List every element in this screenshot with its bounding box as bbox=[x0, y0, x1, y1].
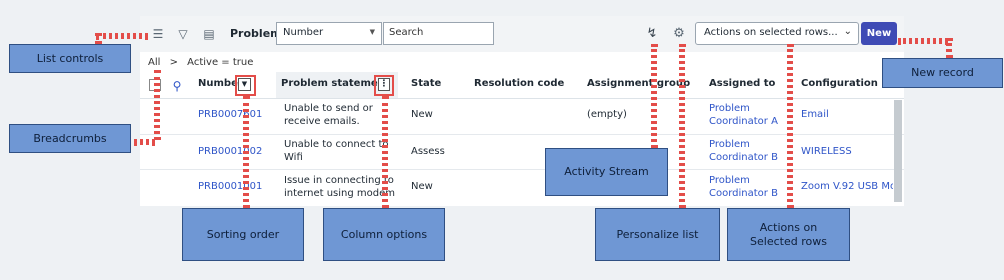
callout-actions-selected: Actions on Selected rows bbox=[727, 208, 850, 261]
search-placeholder: Search bbox=[389, 27, 424, 38]
sort-highlight-box bbox=[235, 75, 256, 96]
breadcrumb-separator: > bbox=[169, 57, 178, 68]
row-ci[interactable]: Email bbox=[801, 109, 829, 121]
row-number[interactable]: PRB0001001 bbox=[198, 181, 262, 193]
row-state: Assess bbox=[411, 146, 445, 157]
row-assigned-line1[interactable]: Problem bbox=[709, 139, 750, 151]
callout-actions-line2: Selected rows bbox=[750, 234, 827, 248]
row-group: (empty) bbox=[587, 109, 627, 120]
row-statement-line2: Wifi bbox=[284, 152, 303, 163]
chevron-down-icon: ⌄ bbox=[843, 26, 852, 37]
connector-column-options bbox=[382, 96, 388, 208]
activity-stream-icon[interactable]: ↯ bbox=[645, 27, 659, 41]
callout-activity-stream: Activity Stream bbox=[545, 148, 668, 196]
callout-sorting-order: Sorting order bbox=[182, 208, 304, 261]
gear-icon[interactable]: ⚙ bbox=[672, 27, 686, 41]
callout-new-record: New record bbox=[882, 58, 1003, 88]
column-options-highlight-box bbox=[374, 75, 394, 96]
row-number[interactable]: PRB0007601 bbox=[198, 109, 262, 121]
row-statement-line2: receive emails. bbox=[284, 116, 360, 127]
row-state: New bbox=[411, 181, 433, 192]
column-header-resolution[interactable]: Resolution code bbox=[474, 78, 564, 89]
callout-breadcrumbs: Breadcrumbs bbox=[9, 124, 131, 153]
connector-new-record-v bbox=[946, 38, 952, 58]
column-header-state[interactable]: State bbox=[411, 78, 441, 89]
actions-select-value: Actions on selected rows... bbox=[704, 27, 838, 38]
chat-icon[interactable]: ▤ bbox=[202, 27, 216, 41]
filter-icon[interactable]: ▽ bbox=[176, 27, 190, 41]
new-button[interactable]: New bbox=[861, 22, 897, 45]
row-statement-line1: Unable to send or bbox=[284, 103, 373, 114]
callout-actions-line1: Actions on bbox=[759, 220, 818, 234]
row-assigned-line2[interactable]: Coordinator A bbox=[709, 116, 778, 128]
connector-new-record bbox=[898, 38, 948, 44]
connector-personalize bbox=[679, 44, 685, 208]
vertical-scrollbar[interactable] bbox=[894, 100, 902, 202]
column-header-group[interactable]: Assignment group bbox=[587, 78, 690, 89]
row-ci[interactable]: WIRELESS bbox=[801, 146, 852, 158]
search-icon[interactable]: ⚲ bbox=[170, 79, 184, 93]
connector-list-controls bbox=[96, 33, 148, 39]
row-assigned-line2[interactable]: Coordinator B bbox=[709, 152, 778, 164]
connector-list-controls-v bbox=[95, 33, 101, 44]
row-number[interactable]: PRB0001002 bbox=[198, 146, 262, 158]
breadcrumb-all[interactable]: All bbox=[148, 57, 160, 68]
connector-sorting bbox=[243, 96, 249, 208]
connector-actions bbox=[787, 44, 793, 208]
breadcrumb-filter[interactable]: Active = true bbox=[187, 57, 253, 68]
actions-select[interactable]: Actions on selected rows... ⌄ bbox=[695, 22, 859, 45]
connector-breadcrumbs bbox=[134, 139, 155, 145]
callout-column-options: Column options bbox=[323, 208, 445, 261]
row-statement-line2: internet using modem bbox=[284, 188, 396, 199]
chevron-down-icon: ▼ bbox=[369, 28, 375, 36]
connector-activity bbox=[651, 44, 657, 148]
row-assigned-line1[interactable]: Problem bbox=[709, 175, 750, 187]
hamburger-icon[interactable]: ☰ bbox=[151, 27, 165, 41]
field-select[interactable]: Number ▼ bbox=[276, 22, 382, 45]
breadcrumb: All > Active = true bbox=[148, 57, 253, 68]
connector-breadcrumbs-v bbox=[154, 70, 160, 140]
search-input[interactable]: Search bbox=[383, 22, 494, 45]
row-ci[interactable]: Zoom V.92 USB Mod bbox=[801, 181, 893, 193]
column-header-assigned[interactable]: Assigned to bbox=[709, 78, 775, 89]
field-select-value: Number bbox=[283, 27, 324, 38]
callout-personalize-list: Personalize list bbox=[595, 208, 720, 261]
row-state: New bbox=[411, 109, 433, 120]
row-assigned-line1[interactable]: Problem bbox=[709, 103, 750, 115]
row-statement-line1: Unable to connect to bbox=[284, 139, 389, 150]
callout-list-controls: List controls bbox=[9, 44, 131, 73]
row-statement-line1: Issue in connecting to bbox=[284, 175, 394, 186]
row-assigned-line2[interactable]: Coordinator B bbox=[709, 188, 778, 200]
